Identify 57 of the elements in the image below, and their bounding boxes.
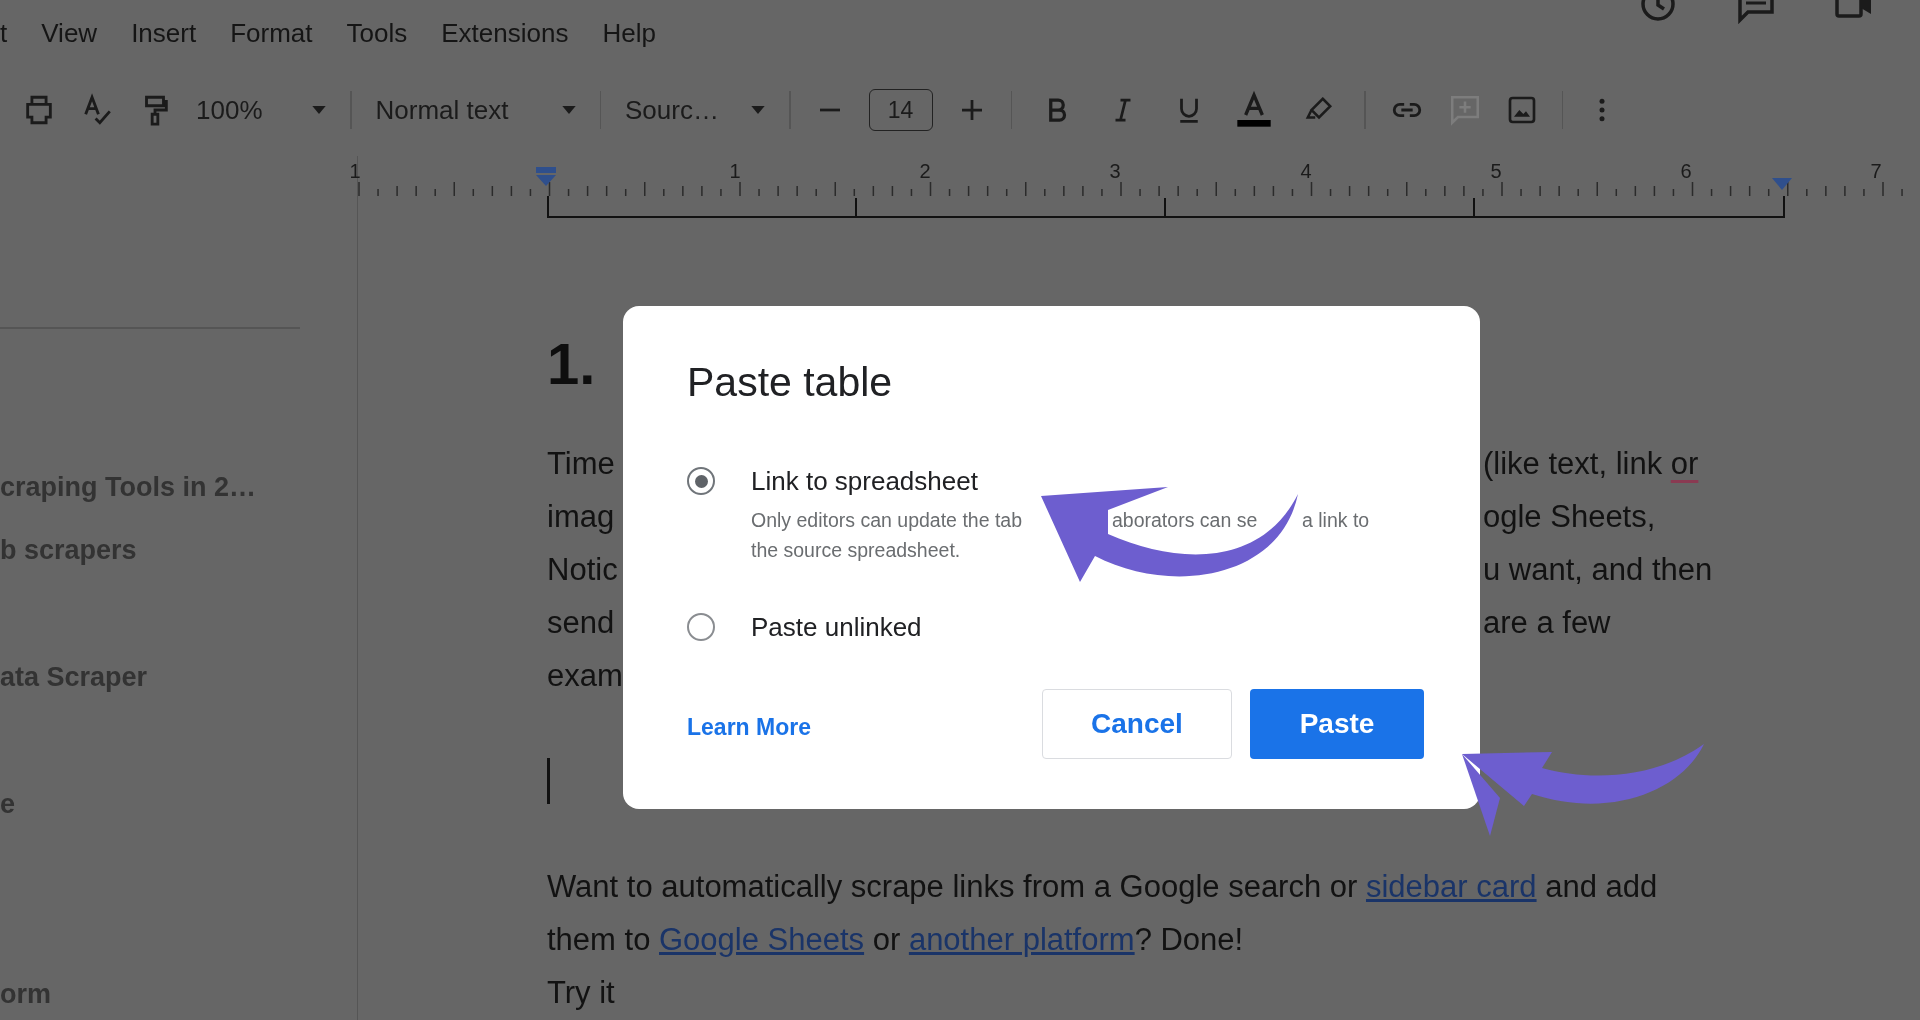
ruler-number: 6 [1680, 160, 1692, 183]
font-size-field[interactable]: 14 [868, 89, 933, 131]
indent-marker-icon[interactable] [1772, 178, 1792, 190]
paragraph-text: Want to automatically scrape links from a Google search or [547, 868, 1359, 905]
paragraph-text: Time [547, 445, 615, 481]
paste-button[interactable]: Paste [1250, 689, 1424, 759]
paragraph-text: (like text, link or [1483, 445, 1699, 482]
paragraph-text: send [547, 604, 615, 640]
radio-button[interactable] [687, 613, 715, 641]
paragraph-text: ? Done! [1134, 921, 1244, 958]
ruler-number: 1 [349, 160, 361, 183]
option-label[interactable]: Paste unlinked [751, 613, 1411, 641]
paragraph-text: are a few [1483, 604, 1611, 641]
document-heading: 1. [547, 330, 596, 398]
menu-item[interactable]: Insert [131, 18, 197, 48]
font-dropdown[interactable]: Sourc… [625, 94, 765, 126]
ruler-number: 4 [1300, 160, 1312, 183]
paragraph-text: imag [547, 498, 615, 534]
menu-item[interactable]: t [0, 18, 8, 48]
option-description: a link to [1302, 508, 1370, 531]
ruler-number: 2 [919, 160, 931, 183]
paragraph-text: them to [547, 921, 652, 958]
paragraph-text: Notic [547, 551, 618, 587]
option-description: aborators can se [1112, 508, 1258, 531]
menu-item[interactable]: View [41, 18, 98, 48]
paragraph-text: u want, and then [1483, 551, 1713, 588]
menu-item[interactable]: Extensions [441, 18, 569, 48]
menu-item[interactable]: Format [230, 18, 313, 48]
text-cursor [547, 758, 550, 804]
option-description: the source spreadsheet. [751, 538, 961, 561]
text-color-icon[interactable] [1234, 90, 1274, 130]
ruler-number: 1 [729, 160, 741, 183]
link[interactable]: sidebar card [1366, 868, 1537, 905]
caret-icon [561, 106, 576, 114]
paragraph-text: and add [1544, 868, 1658, 905]
link[interactable]: Google Sheets [659, 921, 865, 958]
dialog-title: Paste table [687, 358, 894, 407]
option-label[interactable]: Link to spreadsheet [751, 467, 1411, 495]
caret-icon [312, 106, 326, 114]
option-description: Only editors can update the tab [751, 508, 1022, 531]
paragraph-text: exam [547, 657, 623, 693]
indent-marker-icon[interactable] [535, 167, 557, 187]
zoom-dropdown[interactable]: 100% [196, 94, 326, 126]
learn-more-link[interactable]: Learn More [687, 713, 811, 741]
caret-icon [751, 106, 765, 114]
paragraph-text: or [871, 921, 902, 958]
ruler-number: 7 [1870, 160, 1882, 183]
cancel-button[interactable]: Cancel [1042, 689, 1232, 759]
style-dropdown[interactable]: Normal text [375, 94, 576, 126]
menu-item[interactable]: Help [602, 18, 656, 48]
ruler-number: 3 [1109, 160, 1121, 183]
paragraph-text: ogle Sheets, [1483, 498, 1656, 535]
link[interactable]: another platform [908, 921, 1135, 958]
radio-button[interactable] [687, 467, 715, 495]
menu-item[interactable]: Tools [346, 18, 408, 48]
ruler-number: 5 [1490, 160, 1502, 183]
paragraph-text: Try it [547, 974, 615, 1011]
